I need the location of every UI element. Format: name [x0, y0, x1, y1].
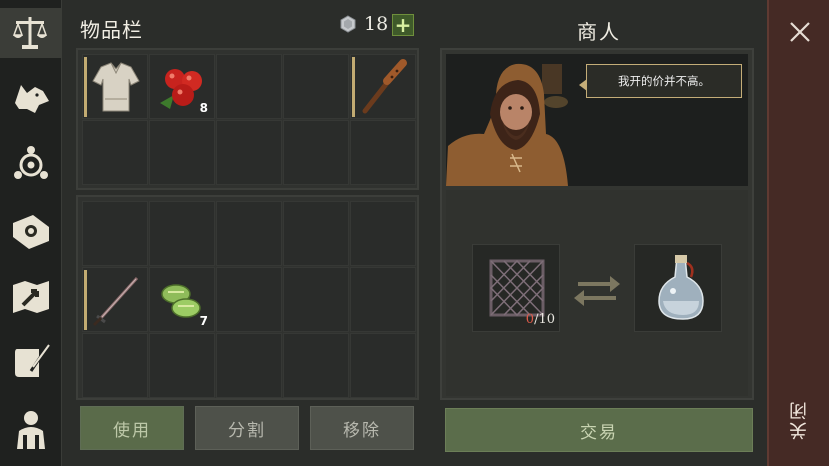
inventory-slot[interactable]: [283, 120, 349, 185]
inventory-slot[interactable]: [216, 267, 282, 332]
backpack-grid: 7: [76, 195, 419, 400]
merchant-portrait: 我开的价并不高。: [446, 54, 748, 186]
nav-journal[interactable]: [6, 338, 56, 388]
equipment-grid: 8: [76, 48, 419, 190]
nav-companion[interactable]: [6, 72, 56, 122]
inventory-slot[interactable]: [82, 201, 148, 266]
side-nav: [0, 0, 62, 466]
inventory-slot[interactable]: [350, 333, 416, 398]
merchant-speech-bubble: 我开的价并不高。: [579, 64, 742, 98]
skills-book-icon: [13, 215, 49, 249]
nav-trade[interactable]: [0, 8, 62, 58]
offer-count: 0/10: [525, 312, 555, 327]
receive-slot[interactable]: [634, 244, 722, 332]
add-currency-button[interactable]: +: [392, 14, 414, 36]
item-quantity: 8: [199, 101, 208, 115]
inventory-slot[interactable]: [350, 54, 416, 119]
inventory-slot[interactable]: [350, 201, 416, 266]
shirt-icon: [92, 62, 140, 112]
inventory-slot[interactable]: [350, 267, 416, 332]
nav-map[interactable]: [6, 272, 56, 322]
compass-icon: [14, 146, 48, 179]
inventory-slot[interactable]: [82, 120, 148, 185]
map-icon: [13, 281, 49, 313]
close-panel[interactable]: 关闭: [767, 0, 829, 466]
merchant-panel: 我开的价并不高。 0/10: [440, 48, 754, 400]
swap-arrows-icon: [574, 276, 620, 306]
inventory-slot[interactable]: [216, 333, 282, 398]
trade-window: 物品栏 18 + 8 7 使用 分割 移除 商人 我开的价并不高。 0/10 交…: [62, 0, 767, 466]
inventory-slot[interactable]: [149, 120, 215, 185]
potion-bottle-icon: [658, 255, 704, 320]
inventory-slot[interactable]: [216, 54, 282, 119]
nav-skills[interactable]: [6, 206, 56, 256]
inventory-slot[interactable]: [82, 267, 148, 332]
sword-icon: [92, 276, 139, 327]
inventory-slot[interactable]: [149, 333, 215, 398]
currency-count: 18: [364, 13, 389, 35]
wolf-icon: [15, 85, 49, 113]
inventory-slot[interactable]: [283, 54, 349, 119]
close-icon[interactable]: [788, 20, 812, 44]
inventory-title: 物品栏: [80, 18, 143, 42]
inventory-slot[interactable]: [82, 54, 148, 119]
offer-slot[interactable]: 0/10: [472, 244, 560, 332]
nav-faction[interactable]: [6, 140, 56, 190]
inventory-slot[interactable]: 8: [149, 54, 215, 119]
inventory-slot[interactable]: [283, 267, 349, 332]
close-label[interactable]: 关闭: [787, 400, 813, 440]
inventory-slot[interactable]: [283, 333, 349, 398]
split-button[interactable]: 分割: [195, 406, 299, 450]
scroll-quill-icon: [15, 344, 50, 377]
merchant-title: 商人: [577, 20, 621, 44]
item-quantity: 7: [199, 314, 208, 328]
inventory-slot[interactable]: [216, 201, 282, 266]
trade-button[interactable]: 交易: [445, 408, 753, 452]
trade-exchange-area: 0/10: [446, 190, 748, 396]
nav-character[interactable]: [6, 404, 56, 454]
inventory-slot[interactable]: 7: [149, 267, 215, 332]
character-icon: [17, 411, 45, 449]
use-button[interactable]: 使用: [80, 406, 184, 450]
inventory-slot[interactable]: [283, 201, 349, 266]
inventory-slot[interactable]: [216, 120, 282, 185]
scales-icon: [12, 17, 47, 49]
club-icon: [362, 59, 407, 114]
remove-button[interactable]: 移除: [310, 406, 414, 450]
inventory-slot[interactable]: [149, 201, 215, 266]
inventory-slot[interactable]: [350, 120, 416, 185]
inventory-slot[interactable]: [82, 333, 148, 398]
silver-coin-icon: [340, 15, 356, 33]
